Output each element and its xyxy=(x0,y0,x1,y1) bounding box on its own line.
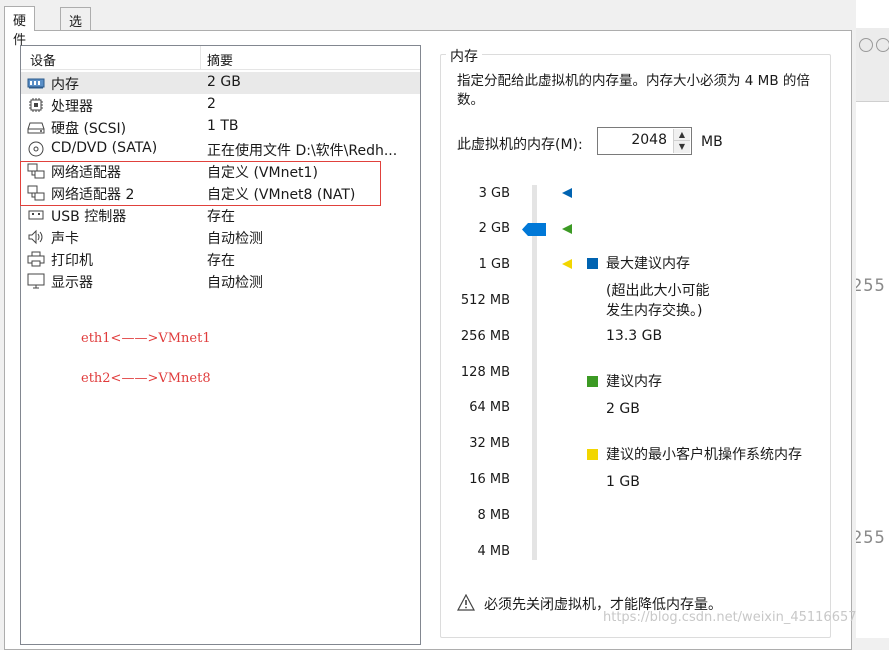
memory-description: 指定分配给此虚拟机的内存量。内存大小必须为 4 MB 的倍数。 xyxy=(457,73,810,108)
device-row-hard-disk[interactable]: 硬盘 (SCSI) 1 TB xyxy=(21,116,420,138)
background-toolbar xyxy=(856,28,889,102)
scale-label: 128 MB xyxy=(460,365,510,380)
device-name: CD/DVD (SATA) xyxy=(51,140,158,156)
device-summary: 2 GB xyxy=(207,74,241,90)
min-memory-legend-icon xyxy=(587,449,598,460)
spin-buttons: ▲ ▼ xyxy=(673,129,690,153)
annotation-eth1: eth1<——>VMnet1 xyxy=(81,331,211,346)
device-summary: 1 TB xyxy=(207,118,239,134)
sound-card-icon xyxy=(28,229,43,245)
recommended-memory-value: 2 GB xyxy=(606,401,640,417)
cd-dvd-icon xyxy=(28,141,44,157)
memory-unit: MB xyxy=(701,134,723,150)
memory-value[interactable]: 2048 xyxy=(631,132,667,148)
scale-label: 2 GB xyxy=(478,221,510,236)
memory-slider-thumb[interactable] xyxy=(522,223,546,236)
device-row-usb[interactable]: USB 控制器 存在 xyxy=(21,204,420,226)
display-icon xyxy=(27,273,45,289)
scale-label: 3 GB xyxy=(478,186,510,201)
scale-label: 16 MB xyxy=(469,472,510,487)
memory-field-label: 此虚拟机的内存(M): xyxy=(457,137,583,153)
min-memory-value: 1 GB xyxy=(606,474,640,490)
min-memory-marker-icon xyxy=(562,259,572,269)
recommended-memory-title: 建议内存 xyxy=(606,374,662,390)
column-header-device[interactable]: 设备 xyxy=(30,50,56,69)
vm-settings-dialog: 硬件 选项 设备 摘要 内存 2 GB 处理器 2 硬盘 (SCSI) 1 TB… xyxy=(0,0,856,650)
printer-icon xyxy=(27,251,45,267)
tab-hardware[interactable]: 硬件 xyxy=(4,6,36,48)
device-name: 打印机 xyxy=(51,253,93,269)
scale-label: 1 GB xyxy=(478,257,510,272)
device-summary: 2 xyxy=(207,96,216,112)
usb-icon xyxy=(28,210,44,220)
watermark: https://blog.csdn.net/weixin_45116657 xyxy=(603,610,857,625)
column-divider[interactable] xyxy=(200,46,201,70)
device-row-display[interactable]: 显示器 自动检测 xyxy=(21,270,420,292)
scale-label: 32 MB xyxy=(469,436,510,451)
memory-slider-track[interactable] xyxy=(532,185,537,560)
background-text: 255 xyxy=(852,276,886,296)
tab-options[interactable]: 选项 xyxy=(60,7,92,49)
network-adapters-highlight xyxy=(20,161,381,206)
memory-group-title: 内存 xyxy=(446,46,482,66)
device-name: 硬盘 (SCSI) xyxy=(51,121,127,137)
device-summary: 自动检测 xyxy=(207,231,263,247)
scale-label: 8 MB xyxy=(477,508,510,523)
memory-spinbox[interactable]: 2048 ▲ ▼ xyxy=(597,127,692,155)
device-summary: 存在 xyxy=(207,253,235,269)
column-header-summary[interactable]: 摘要 xyxy=(207,50,233,69)
device-row-cd-dvd[interactable]: CD/DVD (SATA) 正在使用文件 D:\软件\Redh... xyxy=(21,138,420,160)
max-memory-legend-icon xyxy=(587,258,598,269)
toolbar-icon xyxy=(876,38,889,52)
device-name: 内存 xyxy=(51,77,79,93)
device-row-printer[interactable]: 打印机 存在 xyxy=(21,248,420,270)
device-name: USB 控制器 xyxy=(51,209,127,225)
max-memory-marker-icon xyxy=(562,188,572,198)
scale-label: 256 MB xyxy=(460,329,510,344)
device-row-sound-card[interactable]: 声卡 自动检测 xyxy=(21,226,420,248)
max-memory-title: 最大建议内存 xyxy=(606,256,690,272)
toolbar-icon xyxy=(859,38,873,52)
hard-disk-icon xyxy=(27,122,45,134)
device-summary: 存在 xyxy=(207,209,235,225)
scale-label: 4 MB xyxy=(477,544,510,559)
device-summary: 正在使用文件 D:\软件\Redh... xyxy=(207,143,398,159)
spin-up-button[interactable]: ▲ xyxy=(674,129,690,141)
max-memory-value: 13.3 GB xyxy=(606,328,663,344)
device-summary: 自动检测 xyxy=(207,275,263,291)
device-name: 显示器 xyxy=(51,275,93,291)
device-name: 声卡 xyxy=(51,231,79,247)
spin-down-button[interactable]: ▼ xyxy=(674,141,690,153)
device-list-header: 设备 摘要 xyxy=(21,46,420,70)
warning-icon xyxy=(457,594,475,611)
processor-icon xyxy=(29,98,43,112)
recommended-memory-legend-icon xyxy=(587,376,598,387)
memory-icon xyxy=(27,78,45,89)
device-name: 处理器 xyxy=(51,99,93,115)
recommended-memory-marker-icon xyxy=(562,224,572,234)
scale-label: 512 MB xyxy=(460,293,510,308)
max-memory-note: (超出此大小可能 发生内存交换。) xyxy=(606,283,710,319)
annotation-eth2: eth2<——>VMnet8 xyxy=(81,371,211,386)
device-row-memory[interactable]: 内存 2 GB xyxy=(21,72,420,94)
scale-label: 64 MB xyxy=(469,400,510,415)
background-text: 255 xyxy=(852,528,886,548)
min-memory-title: 建议的最小客户机操作系统内存 xyxy=(606,447,802,463)
device-row-processor[interactable]: 处理器 2 xyxy=(21,94,420,116)
